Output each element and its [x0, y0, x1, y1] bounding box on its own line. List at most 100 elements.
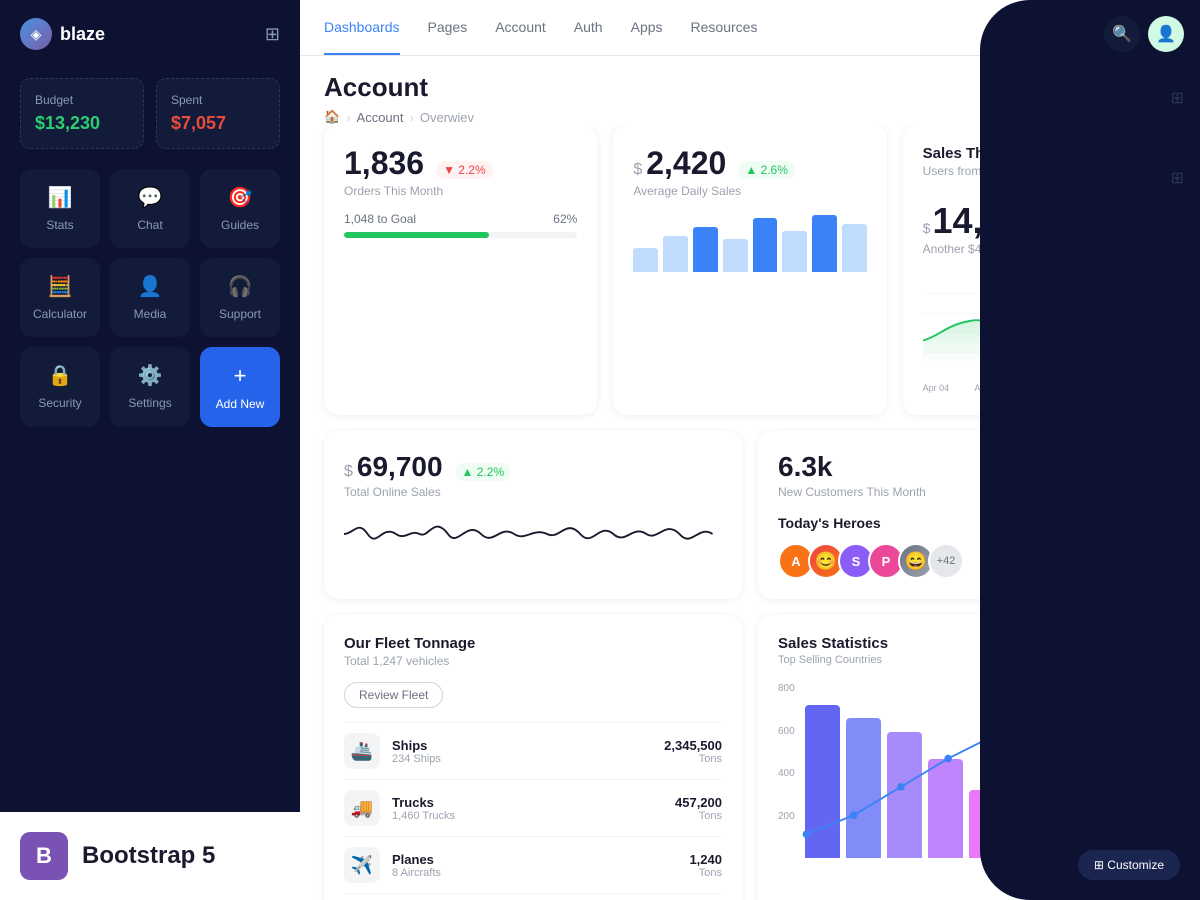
media-icon: 👤 [138, 274, 163, 299]
support-icon: 🎧 [228, 274, 253, 299]
trucks-count: 1,460 Trucks [392, 810, 675, 822]
breadcrumb-overview: Overwiev [420, 110, 474, 125]
online-sales-label: Total Online Sales [344, 485, 722, 499]
sidebar: ◈ blaze ⊞ Budget $13,230 Spent $7,057 📊 … [0, 0, 300, 900]
planes-icon: ✈️ [344, 847, 380, 883]
daily-sales-card: $ 2,420 ▲ 2.6% Average Daily Sales [613, 125, 886, 415]
panel-search-icon[interactable]: 🔍 [1104, 16, 1140, 52]
customers-value: 6.3k [778, 451, 926, 483]
app-name: blaze [60, 24, 105, 45]
daily-sales-label: Average Daily Sales [633, 184, 866, 198]
orders-badge: ▼ 2.2% [436, 161, 493, 179]
chat-label: Chat [137, 218, 162, 232]
budget-section: Budget $13,230 Spent $7,057 [0, 68, 300, 169]
panel-user-icon[interactable]: 👤 [1148, 16, 1184, 52]
bar-chart-4 [928, 759, 963, 858]
bootstrap-icon: B [20, 832, 68, 880]
progress-goal-label: 1,048 to Goal [344, 212, 416, 226]
sidebar-item-media[interactable]: 👤 Media [110, 258, 190, 337]
bar-chart-3 [887, 732, 922, 858]
ships-values: 2,345,500 Tons [664, 738, 722, 765]
sidebar-item-calculator[interactable]: 🧮 Calculator [20, 258, 100, 337]
sidebar-item-add-new[interactable]: + Add New [200, 347, 280, 427]
trucks-value: 457,200 [675, 795, 722, 810]
trucks-icon: 🚚 [344, 790, 380, 826]
sidebar-item-guides[interactable]: 🎯 Guides [200, 169, 280, 248]
nav-resources[interactable]: Resources [691, 1, 758, 55]
trucks-name: Trucks [392, 795, 675, 810]
add-new-icon: + [234, 363, 247, 389]
orders-progress: 1,048 to Goal 62% [344, 212, 577, 238]
customize-button[interactable]: ⊞ Customize [1078, 850, 1180, 880]
spent-label: Spent [171, 93, 265, 107]
progress-bar [344, 232, 577, 238]
add-new-label: Add New [216, 397, 265, 411]
calculator-icon: 🧮 [48, 274, 73, 299]
sidebar-logo: ◈ blaze [20, 18, 105, 50]
stats-label: Stats [46, 218, 73, 232]
orders-value: 1,836 [344, 145, 424, 182]
bar-3 [693, 227, 718, 272]
review-fleet-button[interactable]: Review Fleet [344, 682, 443, 708]
sidebar-item-stats[interactable]: 📊 Stats [20, 169, 100, 248]
bar-6 [782, 231, 807, 272]
sidebar-item-support[interactable]: 🎧 Support [200, 258, 280, 337]
breadcrumb-account[interactable]: Account [357, 110, 404, 125]
breadcrumb: 🏠 › Account › Overwiev [324, 109, 474, 125]
nav-dashboards[interactable]: Dashboards [324, 1, 400, 55]
sidebar-item-security[interactable]: 🔒 Security [20, 347, 100, 427]
sidebar-item-settings[interactable]: ⚙️ Settings [110, 347, 190, 427]
budget-value: $13,230 [35, 113, 129, 134]
fleet-title: Our Fleet Tonnage [344, 635, 722, 652]
budget-card: Budget $13,230 [20, 78, 144, 149]
settings-label: Settings [128, 396, 171, 410]
nav-auth[interactable]: Auth [574, 1, 603, 55]
calculator-label: Calculator [33, 307, 87, 321]
support-label: Support [219, 307, 261, 321]
planes-info: Planes 8 Aircrafts [392, 852, 689, 879]
bootstrap-icon-letter: B [36, 843, 52, 869]
budget-label: Budget [35, 93, 129, 107]
daily-sales-value: 2,420 [646, 145, 726, 182]
bar-8 [842, 224, 867, 272]
fleet-ships-row: 🚢 Ships 234 Ships 2,345,500 Tons [344, 722, 722, 779]
fleet-trains-row: 🚂 Trains 804,300 [344, 893, 722, 900]
bootstrap-text: Bootstrap 5 [82, 842, 215, 870]
nav-apps[interactable]: Apps [631, 1, 663, 55]
bar-chart-2 [846, 718, 881, 858]
panel-content: ⊞ ⊞ [996, 68, 1184, 884]
sidebar-item-chat[interactable]: 💬 Chat [110, 169, 190, 248]
nav-account[interactable]: Account [495, 1, 546, 55]
trucks-info: Trucks 1,460 Trucks [392, 795, 675, 822]
menu-icon[interactable]: ⊞ [265, 24, 280, 45]
fleet-planes-row: ✈️ Planes 8 Aircrafts 1,240 Tons [344, 836, 722, 893]
spent-value: $7,057 [171, 113, 265, 134]
online-sales-card: $ 69,700 ▲ 2.2% Total Online Sales [324, 431, 742, 599]
heroes-count-badge: +42 [928, 543, 964, 579]
spent-card: Spent $7,057 [156, 78, 280, 149]
planes-name: Planes [392, 852, 689, 867]
nav-pages[interactable]: Pages [428, 1, 468, 55]
bootstrap-badge: B Bootstrap 5 [0, 812, 300, 900]
bar-4 [723, 239, 748, 272]
progress-fill [344, 232, 489, 238]
trucks-unit: Tons [675, 810, 722, 822]
ships-count: 234 Ships [392, 753, 664, 765]
top-nav-links: Dashboards Pages Account Auth Apps Resou… [324, 1, 757, 55]
page-title: Account [324, 72, 474, 103]
breadcrumb-home-icon[interactable]: 🏠 [324, 109, 340, 125]
security-icon: 🔒 [48, 363, 73, 388]
sidebar-header: ◈ blaze ⊞ [0, 0, 300, 68]
online-sales-badge: ▲ 2.2% [455, 463, 512, 481]
panel-grid-icon-2[interactable]: ⊞ [1171, 168, 1184, 188]
stats-icon: 📊 [48, 185, 73, 210]
trucks-values: 457,200 Tons [675, 795, 722, 822]
online-sales-value: 69,700 [357, 451, 443, 483]
customers-label: New Customers This Month [778, 485, 926, 499]
planes-unit: Tons [689, 867, 722, 879]
panel-grid-icon-1[interactable]: ⊞ [1171, 88, 1184, 108]
ships-info: Ships 234 Ships [392, 738, 664, 765]
orders-label: Orders This Month [344, 184, 577, 198]
y-axis-labels: 800 600 400 200 [778, 678, 795, 858]
bar-2 [663, 236, 688, 272]
